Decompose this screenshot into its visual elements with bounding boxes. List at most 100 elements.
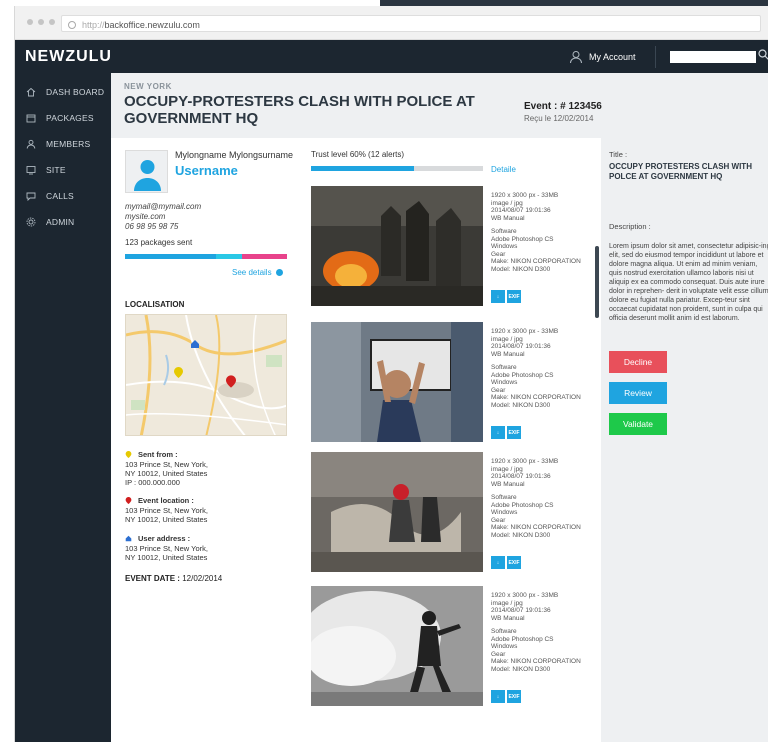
exif-button[interactable]: EXIF [507, 556, 521, 569]
user-address-line: NY 10012, United States [125, 553, 208, 562]
download-button[interactable]: ↓ [491, 426, 505, 439]
window-minimize-dot[interactable] [38, 19, 44, 25]
photo-metadata: 1920 x 3000 px - 33MB image / jpg 2014/0… [491, 458, 591, 539]
see-details-link[interactable]: See details [232, 268, 283, 277]
event-date: EVENT DATE : 12/02/2014 [125, 574, 222, 583]
sidebar-item-dashboard[interactable]: DASH BOARD [15, 79, 111, 105]
meta-line: 2014/08/07 19:01:36 [491, 207, 551, 214]
photo-item: 1920 x 3000 px - 33MB image / jpg 2014/0… [311, 586, 591, 706]
photo-metadata: 1920 x 3000 px - 33MB image / jpg 2014/0… [491, 592, 591, 673]
sidebar-item-calls[interactable]: CALLS [15, 183, 111, 209]
progress-segment [125, 254, 216, 259]
chat-icon [26, 192, 36, 201]
sent-from-ip: IP : 000.000.000 [125, 478, 180, 487]
trust-detail-link[interactable]: Detaile [491, 165, 516, 174]
my-account-link[interactable]: My Account [569, 50, 636, 64]
user-address-line: 103 Prince St, New York, [125, 544, 208, 553]
meta-line: 1920 x 3000 px - 33MB [491, 458, 559, 465]
map-graphic [126, 315, 286, 435]
scrollbar-thumb[interactable] [595, 246, 599, 318]
browser-window: http://backoffice.newzulu.com NEWZULU My… [14, 6, 768, 742]
sidebar-item-label: DASH BOARD [46, 87, 105, 97]
decline-button[interactable]: Decline [609, 351, 667, 373]
member-panel: Mylongname Mylongsurname Username mymail… [111, 138, 301, 742]
member-username[interactable]: Username [175, 163, 238, 178]
url-host: backoffice.newzulu.com [104, 19, 200, 30]
location-map[interactable] [125, 314, 287, 436]
photo-item: 1920 x 3000 px - 33MB image / jpg 2014/0… [311, 322, 591, 442]
received-date: Reçu le 12/02/2014 [524, 114, 594, 123]
member-site[interactable]: mysite.com [125, 212, 201, 222]
event-date-label: EVENT DATE : [125, 574, 180, 583]
search-input[interactable] [670, 51, 756, 63]
sent-from-line: NY 10012, United States [125, 469, 208, 478]
meta-line: Gear [491, 650, 506, 658]
meta-line: image / jpg [491, 335, 523, 343]
event-location-title: Event location : [138, 496, 194, 505]
meta-line: image / jpg [491, 465, 523, 473]
member-phone: 06 98 95 98 75 [125, 222, 179, 231]
photo-item: 1920 x 3000 px - 33MB image / jpg 2014/0… [311, 452, 591, 572]
meta-line: 1920 x 3000 px - 33MB [491, 592, 559, 599]
meta-line: Windows [491, 643, 518, 650]
meta-line: image / jpg [491, 599, 523, 607]
details-title: OCCUPY PROTESTERS CLASH WITH POLCE AT GO… [609, 162, 752, 181]
download-button[interactable]: ↓ [491, 290, 505, 303]
photo-thumbnail[interactable] [311, 322, 483, 442]
sidebar-item-packages[interactable]: PACKAGES [15, 105, 111, 131]
nav-divider [655, 46, 656, 68]
meta-line: 1920 x 3000 px - 33MB [491, 328, 559, 335]
sent-from-title: Sent from : [138, 450, 178, 459]
sidebar-item-admin[interactable]: ADMIN [15, 209, 111, 235]
photo-metadata: 1920 x 3000 px - 33MB image / jpg 2014/0… [491, 328, 591, 409]
member-email[interactable]: mymail@mymail.com [125, 202, 201, 212]
trust-level-fill [311, 166, 415, 171]
validate-button[interactable]: Validate [609, 413, 667, 435]
details-description: Lorem ipsum dolor sit amet, consectetur … [609, 243, 768, 322]
event-location-line: NY 10012, United States [125, 515, 208, 524]
meta-line: 1920 x 3000 px - 33MB [491, 192, 559, 199]
meta-line: Model: NIKON D300 [491, 665, 551, 673]
sent-from-pin-icon [125, 451, 132, 458]
exif-button[interactable]: EXIF [507, 690, 521, 703]
event-city: NEW YORK [124, 82, 172, 91]
meta-line: Make: NIKON CORPORATION [491, 394, 581, 401]
meta-line: Gear [491, 250, 506, 258]
sidebar-item-label: SITE [46, 165, 66, 175]
meta-line: Adobe Photoshop CS [491, 635, 554, 643]
photo-thumbnail[interactable] [311, 452, 483, 572]
top-navigation: NEWZULU My Account [15, 40, 768, 73]
exif-button[interactable]: EXIF [507, 426, 521, 439]
progress-segment [241, 254, 287, 259]
chevron-circle-icon [275, 269, 283, 276]
meta-line: Adobe Photoshop CS [491, 371, 554, 379]
meta-line: Gear [491, 386, 506, 394]
photo-thumbnail[interactable] [311, 586, 483, 706]
event-location-pin-icon [125, 497, 132, 504]
download-button[interactable]: ↓ [491, 690, 505, 703]
download-button[interactable]: ↓ [491, 556, 505, 569]
window-maximize-dot[interactable] [49, 19, 55, 25]
review-button[interactable]: Review [609, 382, 667, 404]
sidebar: DASH BOARD PACKAGES MEMBERS SITE CALLS A… [15, 73, 111, 742]
avatar [125, 150, 168, 193]
sidebar-item-site[interactable]: SITE [15, 157, 111, 183]
sidebar-item-label: CALLS [46, 191, 74, 201]
photo-actions: ↓ EXIF [491, 426, 521, 439]
photo-thumbnail[interactable] [311, 186, 483, 306]
url-scheme: http:// [82, 19, 105, 30]
sidebar-item-members[interactable]: MEMBERS [15, 131, 111, 157]
meta-line: Software [491, 364, 517, 371]
page-title: OCCUPY-PROTESTERS CLASH WITH POLICE AT G… [124, 93, 475, 127]
home-pin-icon [125, 535, 132, 542]
window-close-dot[interactable] [27, 19, 33, 25]
trust-level-bar [311, 166, 483, 171]
exif-button[interactable]: EXIF [507, 290, 521, 303]
user-address-block: User address : 103 Prince St, New York, … [125, 534, 208, 562]
search-icon[interactable] [758, 49, 768, 60]
address-bar[interactable]: http://backoffice.newzulu.com [61, 15, 761, 32]
sidebar-item-label: ADMIN [46, 217, 75, 227]
event-location-block: Event location : 103 Prince St, New York… [125, 496, 208, 524]
meta-line: Software [491, 494, 517, 501]
logo[interactable]: NEWZULU [25, 48, 112, 66]
